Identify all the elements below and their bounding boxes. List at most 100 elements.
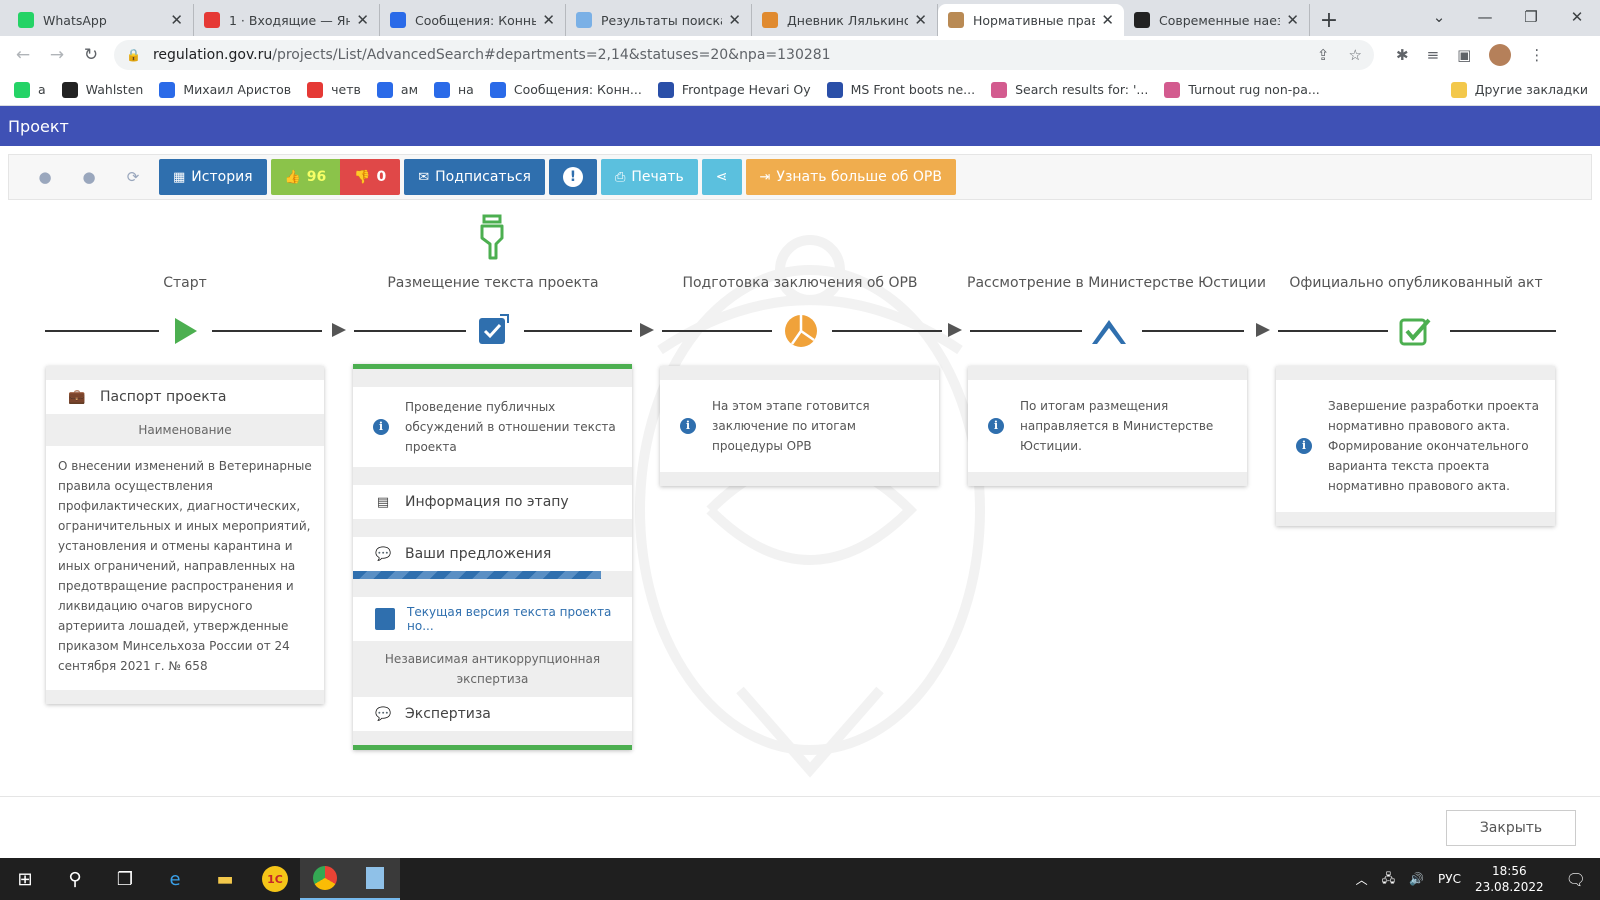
lock-icon[interactable]: 🔒 [126, 48, 141, 62]
dislike-button[interactable]: 👎 0 [340, 159, 401, 195]
language-indicator[interactable]: РУС [1438, 872, 1461, 886]
justice-info-text: По итогам размещения направляется в Мини… [1020, 399, 1214, 453]
document-link[interactable]: Текущая версия текста проекта но... [353, 597, 632, 641]
timeline-line [354, 330, 466, 332]
clock-date: 23.08.2022 [1474, 880, 1544, 894]
tab-title: Дневник Лялькиной [787, 12, 909, 28]
tab-search-icon[interactable]: ⌄ [1416, 8, 1462, 26]
bookmark-item[interactable]: Turnout rug non-pa... [1164, 81, 1320, 98]
close-window-icon[interactable]: ✕ [1554, 8, 1600, 26]
clock[interactable]: 18:56 23.08.2022 [1475, 863, 1544, 895]
bookmark-item[interactable]: на [434, 81, 474, 98]
search-icon[interactable]: ⚲ [50, 858, 100, 900]
bookmark-item[interactable]: а [14, 81, 46, 98]
proposals-item[interactable]: 💬 Ваши предложения [353, 537, 632, 571]
bookmark-item[interactable]: Search results for: '... [991, 81, 1149, 98]
chrome-icon[interactable] [300, 858, 350, 900]
url-host: regulation.gov.ru [152, 47, 273, 63]
bookmark-favicon-icon [61, 81, 78, 98]
task-view-icon[interactable]: ❐ [100, 858, 150, 900]
bookmarks-bar: а Wahlsten Михаил Аристов четв ам на Сообщения… [0, 74, 1600, 106]
bookmark-item[interactable]: MS Front boots ne... [826, 81, 976, 98]
address-bar[interactable]: 🔒 regulation.gov.ru/projects/List/Advanc… [114, 40, 1374, 70]
doc-file-icon [375, 608, 395, 630]
tab-favicon-icon [390, 12, 406, 28]
placement-card: i Проведение публичных обсуждений в отно… [353, 364, 632, 750]
orv-info: i На этом этапе готовится заключение по … [660, 380, 939, 472]
close-button[interactable]: Закрыть [1446, 810, 1576, 846]
tab-close-icon[interactable]: ✕ [542, 11, 555, 29]
next-icon[interactable]: ● [67, 168, 111, 186]
expertise-item[interactable]: 💬 Экспертиза [353, 697, 632, 731]
bookmark-label: Сообщения: Конн... [513, 82, 642, 97]
profile-avatar[interactable] [1489, 44, 1512, 66]
bookmark-item[interactable]: Михаил Аристов [159, 81, 291, 98]
bookmark-item[interactable]: Wahlsten [61, 81, 143, 98]
tray-chevron-icon[interactable]: ︿ [1356, 871, 1368, 888]
tab-close-icon[interactable]: ✕ [1101, 11, 1114, 29]
windows-start-icon[interactable]: ⊞ [0, 858, 50, 900]
back-icon[interactable]: ← [6, 45, 40, 65]
tab-favicon-icon [204, 12, 220, 28]
network-icon[interactable]: 🖧 [1382, 869, 1395, 890]
stage-info-item[interactable]: ▤ Информация по этапу [353, 485, 632, 519]
file-explorer-icon[interactable]: ▬ [200, 858, 250, 900]
app-1c-icon[interactable]: 1С [250, 858, 300, 900]
bookmark-item[interactable]: четв [307, 81, 361, 98]
browser-tab[interactable]: Результаты поиска ✕ [566, 4, 752, 36]
tab-close-icon[interactable]: ✕ [728, 11, 741, 29]
browser-tab[interactable]: 1 · Входящие — Яндекс ✕ [194, 4, 380, 36]
bookmark-item[interactable]: ам [376, 81, 418, 98]
bookmark-item[interactable]: Сообщения: Конн... [489, 81, 642, 98]
browser-tab[interactable]: Современные наезд ✕ [1124, 4, 1310, 36]
browser-tab[interactable]: WhatsApp ✕ [8, 4, 194, 36]
tab-close-icon[interactable]: ✕ [914, 11, 927, 29]
notepad-icon[interactable] [350, 858, 400, 900]
prev-icon[interactable]: ● [23, 168, 67, 186]
reload-icon[interactable]: ↻ [74, 45, 108, 65]
tab-favicon-icon [1134, 12, 1150, 28]
sidepanel-icon[interactable]: ▣ [1457, 46, 1471, 64]
stage-info-label: Информация по этапу [405, 494, 569, 510]
refresh-icon[interactable]: ⟳ [111, 168, 155, 186]
tab-close-icon[interactable]: ✕ [356, 11, 369, 29]
other-bookmarks[interactable]: Другие закладки [1450, 81, 1588, 98]
share-button[interactable]: ⋖ [701, 159, 742, 195]
restore-icon[interactable]: ❐ [1508, 8, 1554, 26]
info-icon: i [988, 418, 1004, 434]
exclamation-icon: ! [562, 167, 583, 187]
browser-tab[interactable]: Нормативные право ✕ [938, 4, 1124, 36]
media-icon[interactable]: ≡ [1427, 46, 1440, 64]
browser-tab[interactable]: Дневник Лялькиной ✕ [752, 4, 938, 36]
proposals-label: Ваши предложения [405, 546, 552, 562]
alert-button[interactable]: ! [548, 159, 597, 195]
menu-icon[interactable]: ⋮ [1529, 46, 1544, 64]
extensions-icon[interactable]: ✱ [1396, 46, 1409, 64]
tab-close-icon[interactable]: ✕ [170, 11, 183, 29]
minimize-icon[interactable]: — [1462, 8, 1508, 26]
passport-header[interactable]: 💼 Паспорт проекта [46, 380, 324, 414]
thumbs-up-icon: 👍 [284, 169, 301, 185]
volume-icon[interactable]: 🔊 [1409, 872, 1424, 886]
ie-icon[interactable]: e [150, 858, 200, 900]
forward-icon[interactable]: → [40, 45, 74, 65]
learn-more-button[interactable]: ⇥ Узнать больше об ОРВ [745, 159, 956, 195]
print-button[interactable]: ⎙ Печать [600, 159, 698, 195]
browser-tab[interactable]: Сообщения: Конный ✕ [380, 4, 566, 36]
bookmark-label: MS Front boots ne... [850, 82, 976, 97]
tab-close-icon[interactable]: ✕ [1286, 11, 1299, 29]
bookmark-item[interactable]: Frontpage Hevari Oy [657, 81, 811, 98]
share-page-icon[interactable]: ⇪ ☆ [1317, 46, 1362, 64]
like-button[interactable]: 👍 96 [270, 159, 341, 195]
learn-more-label: Узнать больше об ОРВ [776, 169, 942, 185]
list-icon: ▤ [376, 494, 390, 510]
new-tab-button[interactable]: + [1314, 4, 1344, 36]
timeline-line [970, 330, 1082, 332]
subscribe-button[interactable]: ✉ Подписаться [404, 159, 545, 195]
notification-icon[interactable]: 🗨 [1566, 870, 1586, 889]
pie-chart-icon [785, 315, 817, 347]
history-button[interactable]: ▦ История [159, 159, 267, 195]
comment-icon: 💬 [375, 546, 392, 562]
play-icon [175, 318, 197, 344]
bookmark-label: Search results for: '... [1015, 82, 1149, 97]
